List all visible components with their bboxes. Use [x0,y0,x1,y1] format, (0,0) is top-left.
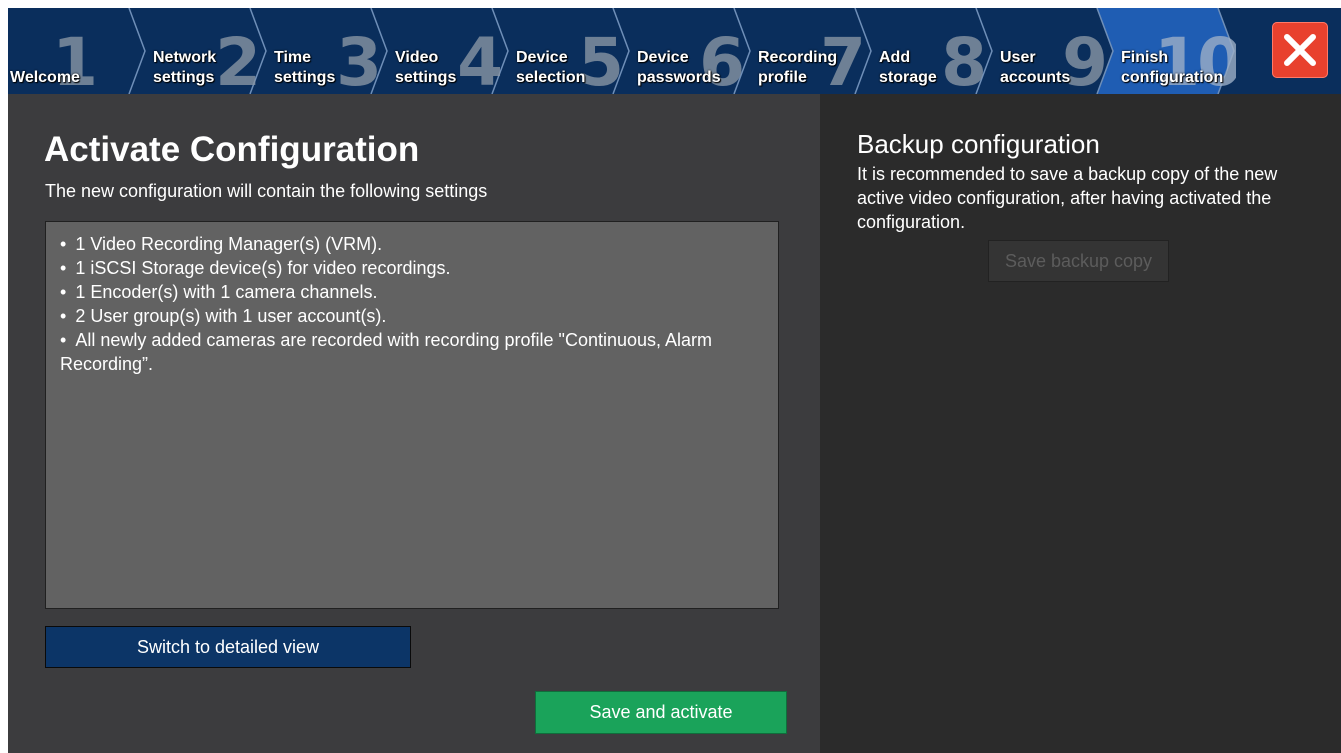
step-label: Time settings [274,49,336,86]
step-device-passwords[interactable]: 6 Device passwords [613,8,752,94]
close-icon [1284,34,1316,66]
switch-to-detailed-view-button[interactable]: Switch to detailed view [45,626,411,668]
backup-title: Backup configuration [857,129,1100,159]
step-label: Device passwords [637,49,721,86]
page-subtitle: The new configuration will contain the f… [45,181,488,201]
step-label: Device selection [516,49,586,86]
list-item: 1 Video Recording Manager(s) (VRM). [60,232,766,256]
step-welcome[interactable]: 1 Welcome [8,8,147,94]
step-label: User accounts [1000,49,1071,86]
save-backup-copy-button[interactable]: Save backup copy [988,240,1169,282]
step-add-storage[interactable]: 8 Add storage [855,8,994,94]
list-item: All newly added cameras are recorded wit… [60,328,766,376]
step-network-settings[interactable]: 2 Network settings [129,8,268,94]
step-label: Network settings [153,49,217,86]
close-button[interactable] [1272,22,1328,78]
list-item: 1 iSCSI Storage device(s) for video reco… [60,256,766,280]
step-label: Video settings [395,49,457,86]
step-finish-configuration[interactable]: 10 Finish configuration [1097,8,1236,94]
step-label: Finish configuration [1121,49,1224,86]
step-recording-profile[interactable]: 7 Recording profile [734,8,873,94]
page-title: Activate Configuration [44,130,420,169]
step-device-selection[interactable]: 5 Device selection [492,8,631,94]
wizard-step-bar: 1 Welcome 2 Network settings 3 Time sett… [8,8,1341,94]
summary-list: 1 Video Recording Manager(s) (VRM). 1 iS… [46,222,778,376]
step-time-settings[interactable]: 3 Time settings [250,8,389,94]
step-video-settings[interactable]: 4 Video settings [371,8,510,94]
save-and-activate-button[interactable]: Save and activate [535,691,787,734]
configuration-wizard-window: 1 Welcome 2 Network settings 3 Time sett… [8,8,1341,753]
list-item: 1 Encoder(s) with 1 camera channels. [60,280,766,304]
backup-panel: Backup configuration It is recommended t… [820,94,1341,753]
activate-panel: Activate Configuration The new configura… [8,94,820,753]
backup-description: It is recommended to save a backup copy … [857,164,1278,232]
configuration-summary-box: 1 Video Recording Manager(s) (VRM). 1 iS… [45,221,779,609]
step-user-accounts[interactable]: 9 User accounts [976,8,1115,94]
step-label: Recording profile [758,49,838,86]
step-label: Add storage [879,49,937,86]
step-label: Welcome [10,69,80,86]
list-item: 2 User group(s) with 1 user account(s). [60,304,766,328]
